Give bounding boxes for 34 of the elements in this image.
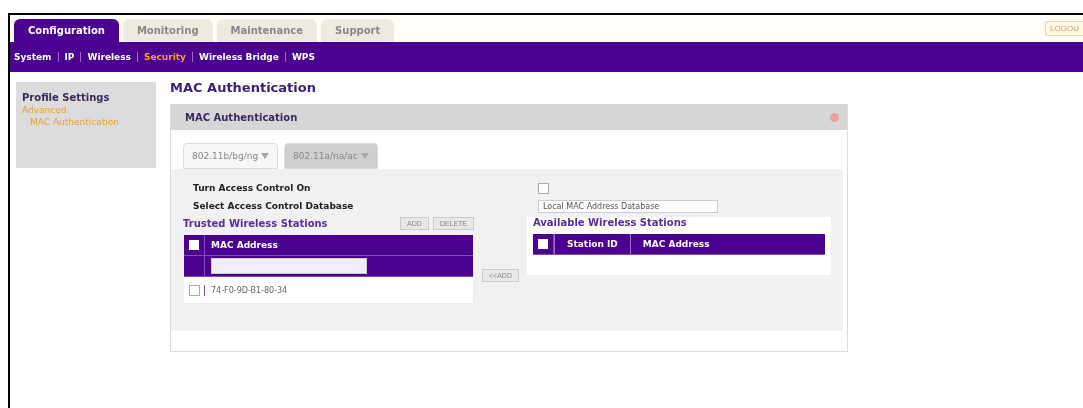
caret-icon <box>360 153 369 159</box>
sub-nav-link[interactable]: Wireless <box>87 52 131 62</box>
nav-tab[interactable]: Configuration <box>14 19 119 42</box>
sub-nav-link[interactable]: Wireless Bridge <box>198 52 279 62</box>
sub-nav-link[interactable]: System <box>14 52 52 62</box>
nav-tab[interactable]: Support <box>321 19 395 42</box>
section-title: Available Wireless Stations <box>532 217 688 228</box>
mac-input-field[interactable] <box>211 258 367 274</box>
field-label: Turn Access Control On <box>192 183 312 193</box>
database-dropdown[interactable]: Local MAC Address Database <box>538 199 718 213</box>
sidebar-item[interactable]: MAC Authentication <box>22 117 120 127</box>
section-title: Trusted Wireless Stations <box>183 218 328 229</box>
table-cell-text: 74-F0-9D-B1-80-34 <box>210 285 289 295</box>
row-checkbox[interactable] <box>188 284 200 296</box>
column-header: MAC Address <box>210 239 279 252</box>
column-header: Station ID <box>553 234 630 254</box>
logout-button[interactable]: LOGOU <box>1045 21 1083 36</box>
panel-title: MAC Authentication <box>185 111 298 123</box>
field-label: Select Access Control Database <box>192 201 355 211</box>
nav-tab[interactable]: Monitoring <box>122 19 213 42</box>
select-all-checkbox[interactable] <box>189 240 199 250</box>
page-title: MAC Authentication <box>170 80 317 95</box>
checkbox[interactable] <box>538 182 549 194</box>
band-tab[interactable]: 802.11a/na/ac <box>284 143 378 169</box>
sub-nav-link[interactable]: WPS <box>291 52 315 62</box>
column-header: MAC Address <box>629 234 722 254</box>
select-all-checkbox[interactable] <box>537 239 548 249</box>
sub-nav-link[interactable]: IP <box>64 52 75 62</box>
caret-icon <box>261 153 269 159</box>
band-tab[interactable]: 802.11b/bg/ng <box>183 143 278 169</box>
sidebar-title: Profile Settings <box>22 92 111 103</box>
nav-tab[interactable]: Maintenance <box>216 19 318 42</box>
sidebar-item[interactable]: Advanced <box>22 105 150 115</box>
sub-nav-link[interactable]: Security <box>143 52 186 62</box>
